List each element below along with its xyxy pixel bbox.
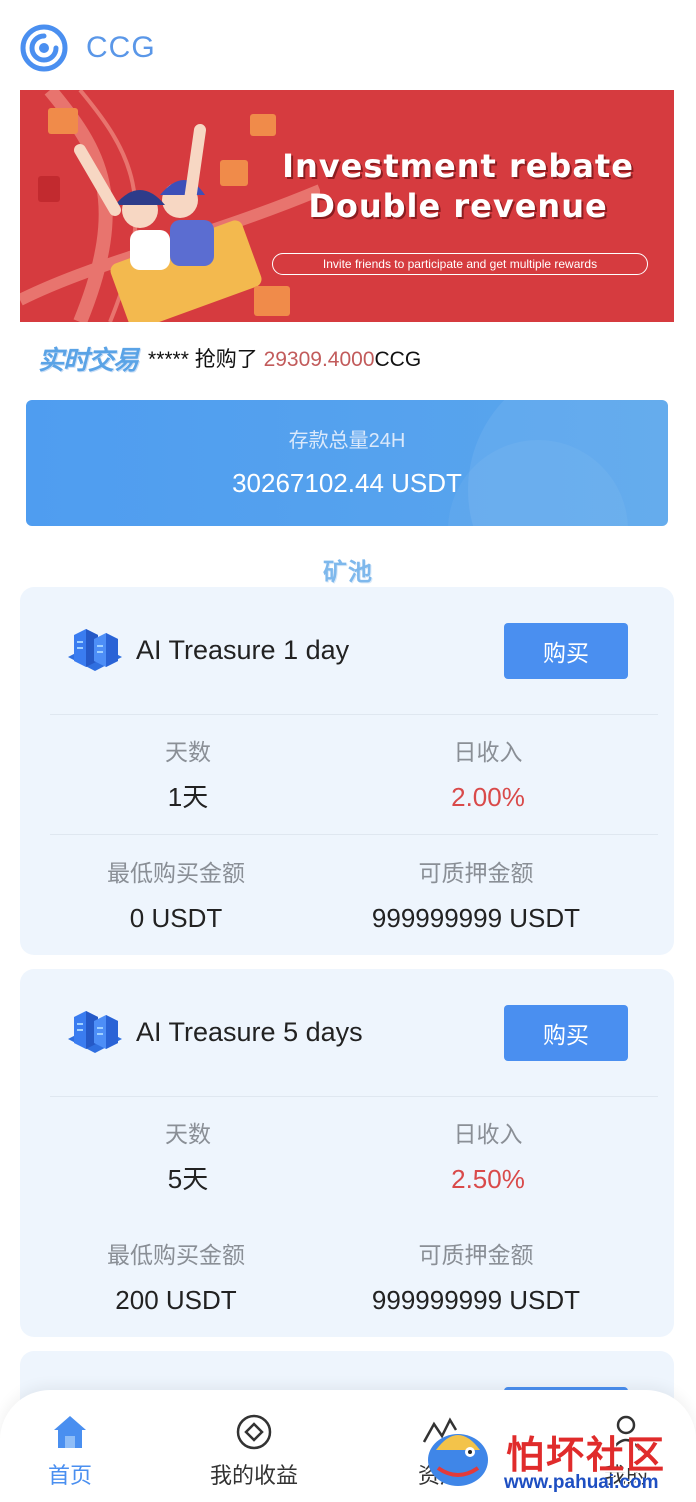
buy-button[interactable]: 购买 [504, 1005, 628, 1061]
daily-income-stat: 日收入 2.50% [338, 1119, 638, 1195]
min-purchase-value: 200 USDT [115, 1285, 237, 1315]
days-stat: 天数 5天 [38, 1119, 338, 1195]
days-stat: 天数 1天 [38, 737, 338, 813]
brand-name: CCG [86, 31, 156, 64]
divider [50, 834, 658, 835]
ticker-message: ***** 抢购了 29309.4000CCG [148, 343, 421, 373]
min-purchase-stat: 最低购买金额 0 USDT [26, 858, 326, 934]
days-label: 天数 [165, 739, 211, 765]
pool-name: AI Treasure 5 days [136, 1017, 363, 1047]
site-watermark: 怕坏社区 www.pahuai.com [418, 1410, 696, 1502]
pledge-amount-value: 999999999 USDT [371, 903, 581, 933]
daily-income-label: 日收入 [453, 1121, 523, 1147]
daily-income-value: 2.00% [451, 782, 525, 812]
section-title: 矿池 [323, 559, 373, 586]
pool-card-header: AI Treasure 5 days 购买 [20, 969, 674, 1097]
deposit-summary-card: 存款总量24H 30267102.44 USDT [26, 400, 668, 526]
min-purchase-label: 最低购买金额 [107, 1242, 245, 1268]
home-icon [54, 1416, 86, 1448]
watermark-url: www.pahuai.com [504, 1472, 659, 1493]
ccg-logo-icon [20, 24, 68, 72]
days-value: 5天 [167, 1164, 209, 1194]
min-purchase-label: 最低购买金额 [107, 860, 245, 886]
promo-banner[interactable]: Investment rebate Double revenue Invite … [20, 90, 674, 322]
tab-home[interactable]: 首页 [0, 1412, 140, 1490]
daily-income-label: 日收入 [453, 739, 523, 765]
pledge-amount-stat: 可质押金额 999999999 USDT [326, 858, 626, 934]
ticker-action: 抢购了 [188, 348, 264, 371]
tab-home-label: 首页 [47, 1463, 92, 1488]
ticker-amount: 29309.4000 [263, 348, 375, 371]
buy-button[interactable]: 购买 [504, 623, 628, 679]
server-icon [68, 1011, 122, 1053]
pool-card: AI Treasure 5 days 购买 天数 5天 日收入 2.50% 最低… [20, 969, 674, 1337]
earnings-icon [236, 1414, 272, 1450]
ticker-currency: CCG [374, 348, 422, 371]
pledge-amount-label: 可质押金额 [418, 860, 534, 886]
pool-name: AI Treasure 1 day [136, 635, 350, 665]
banner-headline-line1: Investment rebate [282, 147, 634, 185]
deposit-label: 存款总量24H [288, 430, 406, 452]
watermark-title: 怕坏社区 [506, 1435, 667, 1477]
tab-earnings[interactable]: 我的收益 [184, 1412, 324, 1490]
ticker-user: ***** [148, 348, 189, 371]
min-purchase-value: 0 USDT [129, 903, 223, 933]
ticker-label: 实时交易 [38, 344, 139, 375]
deposit-value: 30267102.44 USDT [232, 468, 462, 498]
banner-headline-line2: Double revenue [308, 187, 608, 225]
days-label: 天数 [165, 1121, 211, 1147]
divider [50, 1096, 658, 1097]
daily-income-stat: 日收入 2.00% [338, 737, 638, 813]
pledge-amount-value: 999999999 USDT [371, 1285, 581, 1315]
banner-headline: Investment rebate Double revenue [258, 146, 658, 226]
pledge-amount-stat: 可质押金额 999999999 USDT [326, 1240, 626, 1316]
live-trade-ticker: 实时交易 ***** 抢购了 29309.4000CCG [38, 338, 421, 378]
pledge-amount-label: 可质押金额 [418, 1242, 534, 1268]
daily-income-value: 2.50% [451, 1164, 525, 1194]
pool-card: AI Treasure 1 day 购买 天数 1天 日收入 2.00% 最低购… [20, 587, 674, 955]
server-icon [68, 629, 122, 671]
divider [50, 714, 658, 715]
app-header: CCG [20, 24, 156, 72]
min-purchase-stat: 最低购买金额 200 USDT [26, 1240, 326, 1316]
pool-card-header: AI Treasure 1 day 购买 [20, 587, 674, 715]
banner-subtitle: Invite friends to participate and get mu… [272, 253, 648, 275]
tab-earnings-label: 我的收益 [209, 1463, 298, 1488]
days-value: 1天 [167, 782, 209, 812]
